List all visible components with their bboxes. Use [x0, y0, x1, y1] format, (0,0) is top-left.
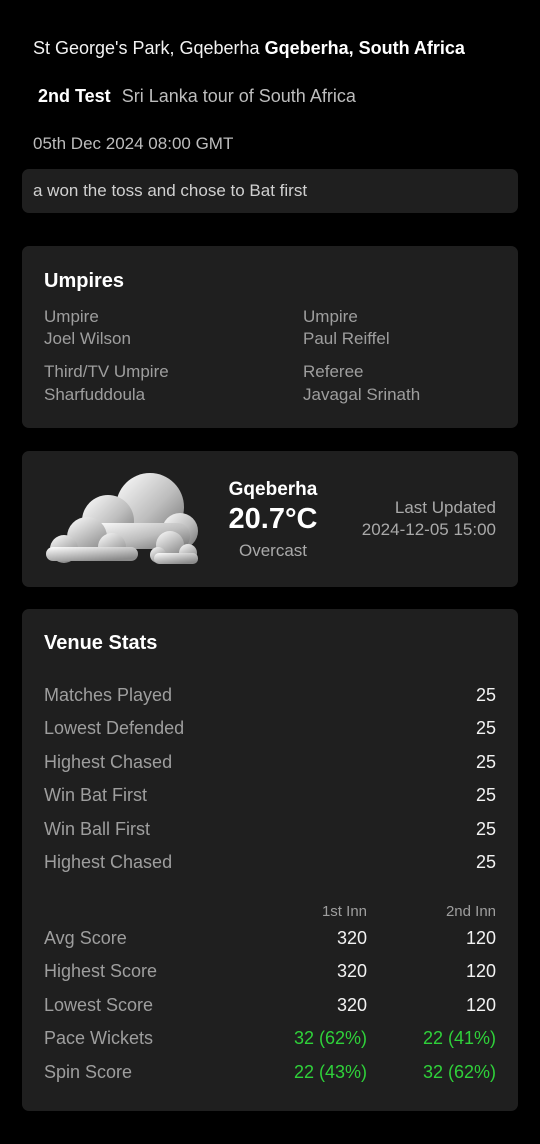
innings-stat-label: Avg Score	[44, 928, 127, 948]
stat-value: 25	[475, 852, 496, 872]
venue-location: Gqeberha, South Africa	[264, 38, 465, 58]
innings-stat-label: Pace Wickets	[44, 1028, 154, 1048]
toss-result: a won the toss and chose to Bat first	[22, 169, 518, 213]
match-number: 2nd Test	[38, 86, 111, 106]
official-role: Referee	[303, 362, 364, 381]
stat-value: 25	[475, 819, 496, 839]
innings-stat-1st: 22 (43%)	[293, 1062, 367, 1082]
innings-stat-2nd: 120	[465, 961, 496, 981]
last-updated-label: Last Updated	[394, 498, 496, 517]
weather-card: Gqeberha 20.7°C Overcast Last Updated 20…	[22, 451, 518, 587]
stat-label: Lowest Defended	[44, 718, 185, 738]
innings-stat-label: Highest Score	[44, 961, 158, 981]
innings-stat-1st: 320	[336, 961, 367, 981]
innings-stat-2nd: 22 (41%)	[422, 1028, 496, 1048]
weather-condition: Overcast	[238, 541, 308, 560]
innings-stat-1st: 320	[336, 995, 367, 1015]
column-header-1st-inn: 1st Inn	[321, 903, 367, 920]
umpires-card: Umpires Umpire Joel Wilson Umpire Paul R…	[22, 246, 518, 428]
innings-stat-2nd: 32 (62%)	[422, 1062, 496, 1082]
match-line: 2nd Test Sri Lanka tour of South Africa	[38, 86, 356, 107]
innings-stat-1st: 320	[336, 928, 367, 948]
stat-value: 25	[475, 718, 496, 738]
innings-stat-2nd: 120	[465, 995, 496, 1015]
official-role: Umpire	[44, 307, 99, 326]
innings-stat-label: Lowest Score	[44, 995, 154, 1015]
venue-line: St George's Park, Gqeberha Gqeberha, Sou…	[33, 38, 465, 59]
last-updated-time: 2024-12-05 15:00	[361, 520, 496, 539]
innings-stat-2nd: 120	[465, 928, 496, 948]
stat-value: 25	[475, 785, 496, 805]
innings-stat-label: Spin Score	[44, 1062, 133, 1082]
umpires-title: Umpires	[44, 270, 125, 292]
tour-name: Sri Lanka tour of South Africa	[121, 86, 356, 106]
stat-label: Win Ball First	[44, 819, 151, 839]
official-role: Third/TV Umpire	[44, 362, 169, 381]
stat-value: 25	[475, 685, 496, 705]
cloud-icon	[46, 473, 198, 564]
venue-name: St George's Park, Gqeberha	[33, 38, 260, 58]
official-name: Sharfuddoula	[44, 385, 146, 404]
official-role: Umpire	[303, 307, 358, 326]
match-datetime: 05th Dec 2024 08:00 GMT	[33, 134, 234, 153]
venue-stats-title: Venue Stats	[44, 632, 158, 654]
stat-value: 25	[475, 752, 496, 772]
stat-label: Highest Chased	[44, 752, 173, 772]
official-name: Joel Wilson	[44, 329, 131, 348]
venue-stats-card: Venue Stats Matches Played 25 Lowest Def…	[22, 609, 518, 1111]
official-name: Javagal Srinath	[303, 385, 421, 404]
stat-label: Win Bat First	[44, 785, 148, 805]
column-header-2nd-inn: 2nd Inn	[445, 903, 496, 920]
innings-stat-1st: 32 (62%)	[293, 1028, 367, 1048]
official-name: Paul Reiffel	[303, 329, 390, 348]
stat-label: Highest Chased	[44, 852, 173, 872]
stat-label: Matches Played	[44, 685, 173, 705]
